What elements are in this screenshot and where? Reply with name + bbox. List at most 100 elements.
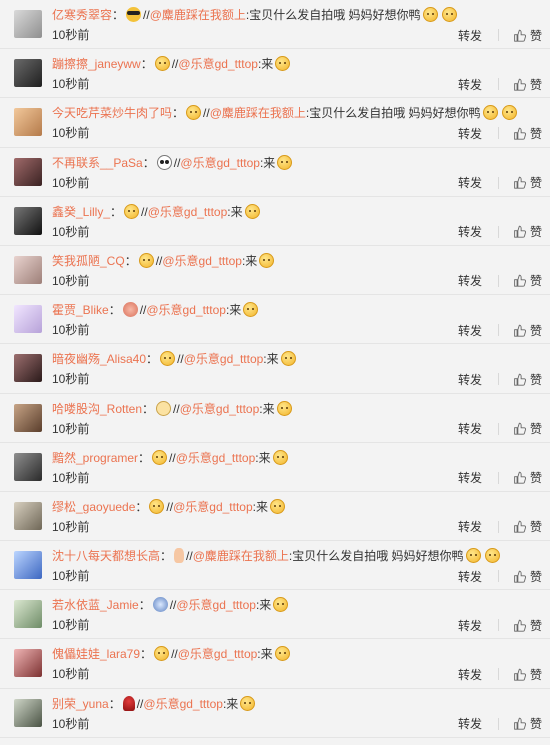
avatar[interactable] <box>14 551 42 580</box>
like-button[interactable]: 赞 <box>513 174 542 191</box>
repost-button[interactable]: 转发 <box>458 617 482 634</box>
mention-link[interactable]: @麋鹿踩在我额上 <box>193 549 289 563</box>
mention-link[interactable]: @乐意gd_tttop <box>173 500 253 514</box>
avatar[interactable] <box>14 354 42 383</box>
timestamp: 10秒前 <box>52 716 90 731</box>
comment-text-line: 别荣_yuna：//@乐意gd_tttop:来 <box>52 695 544 713</box>
avatar[interactable] <box>14 452 42 481</box>
username-link[interactable]: 暗夜幽殇_Alisa40 <box>52 352 146 366</box>
avatar[interactable] <box>14 157 42 186</box>
avatar[interactable] <box>14 108 42 137</box>
like-button[interactable]: 赞 <box>513 666 542 683</box>
comment-actions: 转发 赞 <box>458 224 542 240</box>
comment-text-line: 缪松_gaoyuede：//@乐意gd_tttop:来 <box>52 498 544 516</box>
repost-button[interactable]: 转发 <box>458 27 482 44</box>
comment-actions: 转发 赞 <box>458 76 542 92</box>
comment-body: :来 <box>252 499 268 514</box>
like-button[interactable]: 赞 <box>513 125 542 142</box>
username-link[interactable]: 哈喽股沟_Rotten <box>52 402 142 416</box>
repost-button[interactable]: 转发 <box>458 715 482 732</box>
username-link[interactable]: 鑫癸_Lilly_ <box>52 205 110 219</box>
divider <box>497 422 499 435</box>
repost-button[interactable]: 转发 <box>458 223 482 240</box>
mention-link[interactable]: @乐意gd_tttop <box>148 205 228 219</box>
avatar[interactable] <box>14 649 42 678</box>
mention-link[interactable]: @乐意gd_tttop <box>184 352 264 366</box>
username-link[interactable]: 霍贾_Blike <box>52 303 109 317</box>
username-link[interactable]: 缪松_gaoyuede <box>52 500 135 514</box>
avatar[interactable] <box>14 600 42 629</box>
repost-button[interactable]: 转发 <box>458 272 482 289</box>
mention-link[interactable]: @乐意gd_tttop <box>146 303 226 317</box>
avatar[interactable] <box>14 10 42 38</box>
mention-link[interactable]: @乐意gd_tttop <box>180 402 260 416</box>
comment-actions: 转发 赞 <box>458 27 542 43</box>
mention-link[interactable]: @乐意gd_tttop <box>162 254 242 268</box>
repost-button[interactable]: 转发 <box>458 125 482 142</box>
pink-face-emoji <box>122 302 138 318</box>
username-link[interactable]: 蹦擦擦_janeyww <box>52 57 141 71</box>
username-link[interactable]: 黯然_programer <box>52 451 138 465</box>
like-button[interactable]: 赞 <box>513 715 542 732</box>
like-label: 赞 <box>529 225 542 240</box>
like-button[interactable]: 赞 <box>513 27 542 44</box>
mention-link[interactable]: @麋鹿踩在我额上 <box>150 8 246 22</box>
mention-link[interactable]: @乐意gd_tttop <box>180 156 260 170</box>
mention-link[interactable]: @乐意gd_tttop <box>178 57 258 71</box>
like-button[interactable]: 赞 <box>513 322 542 339</box>
username-link[interactable]: 笑我孤陋_CQ <box>52 254 125 268</box>
avatar[interactable] <box>14 501 42 530</box>
like-button[interactable]: 赞 <box>513 223 542 240</box>
smile-emoji <box>422 7 438 22</box>
like-label: 赞 <box>529 520 542 535</box>
like-button[interactable]: 赞 <box>513 568 542 585</box>
repost-button[interactable]: 转发 <box>458 469 482 486</box>
repost-button[interactable]: 转发 <box>458 174 482 191</box>
repost-button[interactable]: 转发 <box>458 420 482 437</box>
avatar[interactable] <box>14 698 42 727</box>
repost-button[interactable]: 转发 <box>458 371 482 388</box>
thumbs-up-icon <box>514 619 526 632</box>
comment-actions: 转发 赞 <box>458 470 542 486</box>
comment-actions: 转发 赞 <box>458 371 542 387</box>
repost-button[interactable]: 转发 <box>458 568 482 585</box>
username-link[interactable]: 若水依蓝_Jamie <box>52 598 139 612</box>
timestamp: 10秒前 <box>52 175 90 190</box>
avatar[interactable] <box>14 59 42 88</box>
like-button[interactable]: 赞 <box>513 420 542 437</box>
like-label: 赞 <box>529 77 542 92</box>
avatar[interactable] <box>14 206 42 235</box>
repost-button[interactable]: 转发 <box>458 518 482 535</box>
mention-link[interactable]: @乐意gd_tttop <box>178 647 258 661</box>
username-link[interactable]: 不再联系__PaSa <box>52 156 143 170</box>
smile-emoji <box>259 252 275 268</box>
mention-link[interactable]: @乐意gd_tttop <box>143 697 223 711</box>
repost-button[interactable]: 转发 <box>458 76 482 93</box>
like-button[interactable]: 赞 <box>513 76 542 93</box>
repost-button[interactable]: 转发 <box>458 322 482 339</box>
timestamp: 10秒前 <box>52 421 90 436</box>
username-link[interactable]: 亿寒秀翠容 <box>52 8 112 22</box>
mention-link[interactable]: @乐意gd_tttop <box>176 451 256 465</box>
like-button[interactable]: 赞 <box>513 469 542 486</box>
mention-link[interactable]: @乐意gd_tttop <box>176 598 256 612</box>
mention-link[interactable]: @麋鹿踩在我额上 <box>210 106 306 120</box>
username-link[interactable]: 别荣_yuna <box>52 697 109 711</box>
comment-actions: 转发 赞 <box>458 322 542 338</box>
username-link[interactable]: 今天吃芹菜炒牛肉了吗 <box>52 106 172 120</box>
username-link[interactable]: 沈十八每天都想长高 <box>52 549 160 563</box>
divider <box>497 570 499 583</box>
like-button[interactable]: 赞 <box>513 272 542 289</box>
avatar[interactable] <box>14 403 42 432</box>
like-button[interactable]: 赞 <box>513 371 542 388</box>
like-button[interactable]: 赞 <box>513 518 542 535</box>
shy-emoji <box>124 203 140 219</box>
avatar[interactable] <box>14 305 42 334</box>
thumbs-up-icon <box>514 324 526 337</box>
like-button[interactable]: 赞 <box>513 617 542 634</box>
comment-text-line: 沈十八每天都想长高：//@麋鹿踩在我额上:宝贝什么发自拍哦 妈妈好想你鸭 <box>52 547 544 565</box>
username-link[interactable]: 傀儡娃娃_lara79 <box>52 647 140 661</box>
comment-text-line: 亿寒秀翠容：//@麋鹿踩在我额上:宝贝什么发自拍哦 妈妈好想你鸭 <box>52 6 544 24</box>
avatar[interactable] <box>14 255 42 284</box>
repost-button[interactable]: 转发 <box>458 666 482 683</box>
